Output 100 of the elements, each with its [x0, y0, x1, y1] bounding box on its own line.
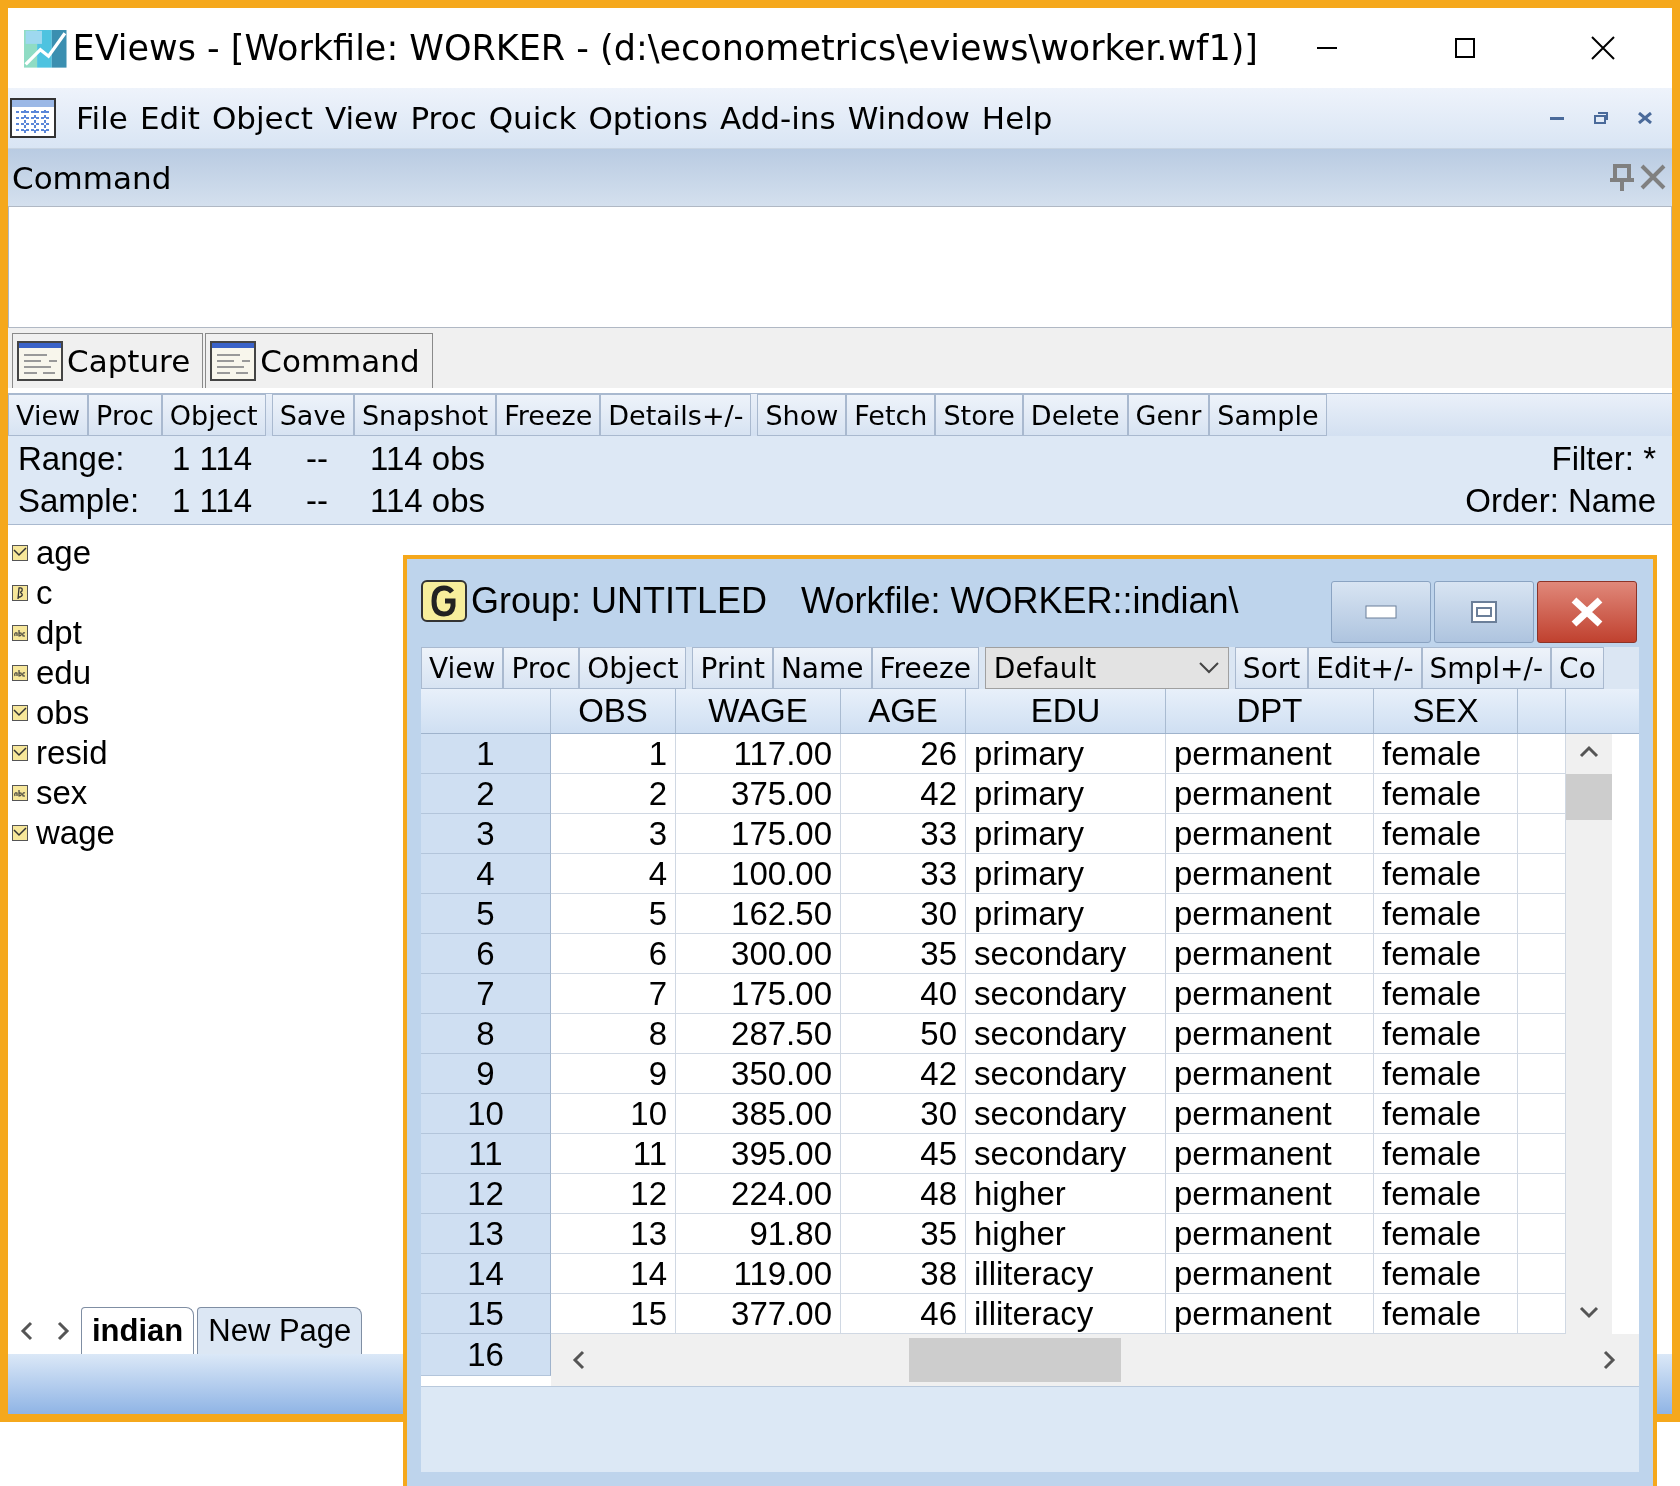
- table-cell: female: [1374, 894, 1518, 934]
- page-tab[interactable]: New Page: [197, 1307, 363, 1354]
- toolbar-button[interactable]: Save: [271, 394, 354, 436]
- info-separator: --: [306, 440, 329, 478]
- scrollbar-thumb[interactable]: [909, 1338, 1121, 1382]
- page-tab[interactable]: indian: [81, 1307, 195, 1354]
- toolbar-button[interactable]: Name: [772, 647, 872, 689]
- toolbar-button[interactable]: Store: [935, 394, 1023, 436]
- table-cell: female: [1374, 974, 1518, 1014]
- toolbar-button[interactable]: Smpl+/-: [1421, 647, 1552, 689]
- alpha-series-icon: [12, 785, 28, 801]
- info-setting: Filter: *: [1551, 440, 1656, 478]
- info-setting: Order: Name: [1465, 482, 1656, 520]
- table-cell: 45: [841, 1134, 966, 1174]
- table-cell: permanent: [1166, 1214, 1374, 1254]
- toolbar-button[interactable]: Sort: [1234, 647, 1309, 689]
- toolbar-button[interactable]: Delete: [1022, 394, 1128, 436]
- object-name[interactable]: resid: [36, 734, 108, 772]
- column-header[interactable]: WAGE: [708, 692, 808, 730]
- toolbar-button[interactable]: Snapshot: [354, 394, 497, 436]
- toolbar-button[interactable]: Freeze: [496, 394, 601, 436]
- workfile-label: Workfile: WORKER::indian\: [801, 580, 1239, 622]
- menu-item[interactable]: Edit: [133, 100, 206, 136]
- info-label: Sample:: [18, 482, 141, 520]
- toolbar-button[interactable]: Object: [579, 647, 687, 689]
- menu-item[interactable]: Options: [582, 100, 714, 136]
- menu-item[interactable]: Add-ins: [714, 100, 842, 136]
- table-cell: 42: [841, 774, 966, 814]
- pane-tab[interactable]: Capture: [12, 333, 204, 388]
- object-name[interactable]: edu: [36, 654, 92, 692]
- horizontal-scrollbar[interactable]: [551, 1334, 1639, 1386]
- close-button[interactable]: [1537, 581, 1637, 643]
- row-number: 7: [476, 974, 495, 1013]
- toolbar-button[interactable]: View: [421, 647, 504, 689]
- toolbar-button[interactable]: Edit+/-: [1308, 647, 1422, 689]
- toolbar-button[interactable]: Details+/-: [600, 394, 752, 436]
- table-cell: permanent: [1166, 1254, 1374, 1294]
- series-icon: [12, 745, 28, 761]
- series-icon: [12, 545, 28, 561]
- restore-icon[interactable]: [1594, 112, 1608, 124]
- toolbar-button[interactable]: Sample: [1209, 394, 1327, 436]
- coefficient-icon: [12, 585, 28, 601]
- object-name[interactable]: wage: [36, 814, 115, 852]
- table-cell: 14: [551, 1254, 676, 1294]
- pane-title: Command: [11, 159, 172, 196]
- table-cell: permanent: [1166, 934, 1374, 974]
- pin-icon[interactable]: [1608, 163, 1634, 192]
- group-icon: [421, 580, 467, 622]
- table-cell: female: [1374, 1254, 1518, 1294]
- toolbar-button[interactable]: Show: [757, 394, 847, 436]
- object-name[interactable]: age: [36, 534, 92, 572]
- column-header[interactable]: OBS: [578, 692, 648, 730]
- window-icon: [17, 341, 63, 381]
- toolbar-button[interactable]: View: [8, 394, 89, 436]
- toolbar-button[interactable]: Print: [692, 647, 773, 689]
- object-name[interactable]: c: [36, 574, 53, 612]
- object-name[interactable]: sex: [36, 774, 88, 812]
- column-header[interactable]: SEX: [1412, 692, 1479, 730]
- row-number: 5: [476, 894, 495, 933]
- menu-item[interactable]: Help: [975, 100, 1059, 136]
- table-cell: permanent: [1166, 774, 1374, 814]
- column-header[interactable]: AGE: [868, 692, 938, 730]
- table-cell: 2: [551, 774, 676, 814]
- table-cell: 35: [841, 1214, 966, 1254]
- table-cell: 1: [551, 734, 676, 774]
- object-name[interactable]: dpt: [36, 614, 82, 652]
- menu-item[interactable]: Object: [205, 100, 319, 136]
- toolbar-button[interactable]: Proc: [88, 394, 162, 436]
- toolbar-button[interactable]: Proc: [503, 647, 580, 689]
- command-input[interactable]: [8, 206, 1672, 328]
- menu-item[interactable]: File: [70, 100, 134, 136]
- menu-item[interactable]: Quick: [482, 100, 583, 136]
- maximize-button[interactable]: [1434, 581, 1534, 643]
- minimize-icon[interactable]: [1315, 46, 1339, 50]
- view-dropdown[interactable]: Default: [984, 647, 1229, 689]
- table-cell: 375.00: [676, 774, 841, 814]
- menu-item[interactable]: View: [318, 100, 405, 136]
- toolbar-button[interactable]: Fetch: [846, 394, 936, 436]
- toolbar-button[interactable]: Co: [1551, 647, 1604, 689]
- table-cell: female: [1374, 934, 1518, 974]
- minimize-button[interactable]: [1331, 581, 1431, 643]
- column-header[interactable]: EDU: [1030, 692, 1101, 730]
- menu-item[interactable]: Window: [841, 100, 976, 136]
- row-number: 3: [476, 814, 495, 853]
- table-cell: permanent: [1166, 854, 1374, 894]
- toolbar-button[interactable]: Freeze: [871, 647, 979, 689]
- toolbar-button[interactable]: Genr: [1127, 394, 1210, 436]
- object-name[interactable]: obs: [36, 694, 90, 732]
- close-icon[interactable]: [1590, 35, 1616, 61]
- scrollbar-thumb[interactable]: [1566, 774, 1612, 820]
- table-cell: permanent: [1166, 974, 1374, 1014]
- maximize-icon[interactable]: [1453, 36, 1477, 60]
- table-cell: secondary: [966, 974, 1166, 1014]
- menu-item[interactable]: Proc: [404, 100, 483, 136]
- vertical-scrollbar[interactable]: [1566, 734, 1612, 1334]
- table-cell: 162.50: [676, 894, 841, 934]
- toolbar-button[interactable]: Object: [161, 394, 266, 436]
- table-cell: 33: [841, 854, 966, 894]
- column-header[interactable]: DPT: [1236, 692, 1303, 730]
- pane-tab[interactable]: Command: [205, 333, 433, 388]
